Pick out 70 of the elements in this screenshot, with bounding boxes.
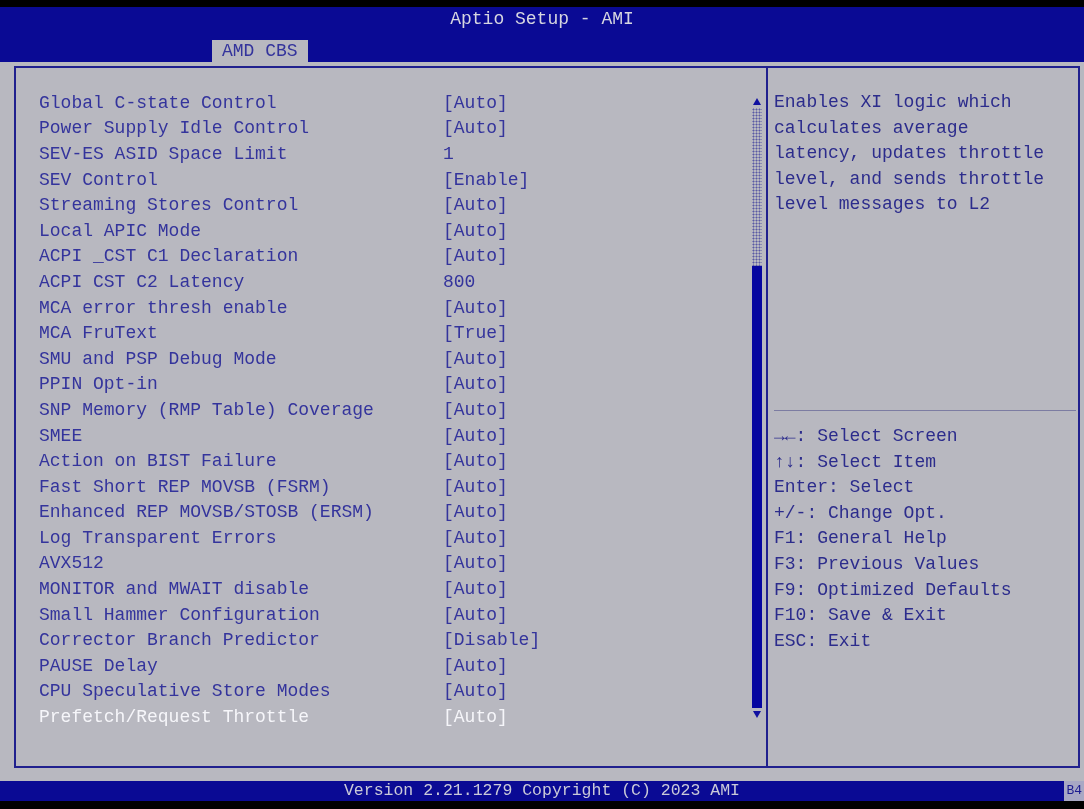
setting-label[interactable]: ACPI _CST C1 Declaration xyxy=(39,245,299,268)
setting-value[interactable]: 800 xyxy=(443,270,476,293)
setting-label[interactable]: Local APIC Mode xyxy=(39,219,202,242)
setting-value[interactable]: [Auto] xyxy=(443,680,508,703)
setting-label[interactable]: PAUSE Delay xyxy=(39,654,158,677)
setting-value[interactable]: [Auto] xyxy=(443,91,508,114)
setting-value[interactable]: [Auto] xyxy=(443,347,508,370)
key-hint: ESC: Exit xyxy=(774,629,872,653)
setting-value[interactable]: [Auto] xyxy=(443,219,508,242)
setting-label[interactable]: Streaming Stores Control xyxy=(39,194,299,217)
setting-value[interactable]: [Auto] xyxy=(443,245,508,268)
key-hint: ↑↓: Select Item xyxy=(774,450,937,474)
setting-value[interactable]: [Auto] xyxy=(443,398,508,421)
setting-value[interactable]: [Auto] xyxy=(443,424,508,447)
setting-label[interactable]: MONITOR and MWAIT disable xyxy=(39,578,310,601)
scroll-up-arrow-icon[interactable] xyxy=(753,98,761,105)
key-hint: F3: Previous Values xyxy=(774,552,980,576)
setting-label[interactable]: CPU Speculative Store Modes xyxy=(39,680,331,703)
version-text: Version 2.21.1279 Copyright (C) 2023 AMI xyxy=(343,781,741,801)
help-text-line: level messages to L2 xyxy=(774,193,991,217)
setting-value[interactable]: [Disable] xyxy=(443,629,541,652)
setting-label[interactable]: SNP Memory (RMP Table) Coverage xyxy=(39,398,374,421)
key-hint: F10: Save & Exit xyxy=(774,604,947,628)
setting-label[interactable]: SEV-ES ASID Space Limit xyxy=(39,143,288,165)
help-text-line: level, and sends throttle xyxy=(774,167,1045,191)
setting-label[interactable]: Fast Short REP MOVSB (FSRM) xyxy=(39,475,331,498)
setting-value[interactable]: [Auto] xyxy=(443,501,508,524)
help-text-line: calculates average xyxy=(774,116,969,140)
setting-value[interactable]: 1 xyxy=(443,143,454,165)
setting-value[interactable]: [Auto] xyxy=(443,296,508,319)
setting-value[interactable]: [Auto] xyxy=(443,373,508,396)
help-text-line: latency, updates throttle xyxy=(774,142,1045,166)
setting-value[interactable]: [True] xyxy=(443,322,508,345)
setting-label[interactable]: ACPI CST C2 Latency xyxy=(39,270,245,293)
setting-label[interactable]: Small Hammer Configuration xyxy=(39,603,320,626)
setting-label[interactable]: Action on BIST Failure xyxy=(39,450,277,473)
window-title: Aptio Setup - AMI xyxy=(450,8,634,30)
setting-value[interactable]: [Auto] xyxy=(443,475,508,498)
scroll-down-arrow-icon[interactable] xyxy=(753,711,761,718)
setting-value[interactable]: [Auto] xyxy=(443,450,508,473)
key-hint: Enter: Select xyxy=(774,476,915,500)
setting-label[interactable]: Log Transparent Errors xyxy=(39,526,277,549)
key-hint: F1: General Help xyxy=(774,527,947,551)
setting-label[interactable]: SMEE xyxy=(39,424,83,447)
help-text-line: Enables XI logic which xyxy=(774,91,1012,114)
setting-value[interactable]: [Auto] xyxy=(443,578,508,601)
setting-label[interactable]: Global C-state Control xyxy=(39,91,277,114)
setting-label[interactable]: MCA FruText xyxy=(39,322,158,345)
setting-label[interactable]: SMU and PSP Debug Mode xyxy=(39,347,277,370)
setting-value[interactable]: [Enable] xyxy=(443,168,530,191)
setting-label[interactable]: Corrector Branch Predictor xyxy=(39,629,320,652)
key-hint: +/-: Change Opt. xyxy=(774,501,947,525)
key-hint: F9: Optimized Defaults xyxy=(774,578,1012,602)
key-hint: →←: Select Screen xyxy=(774,425,958,448)
setting-label[interactable]: PPIN Opt-in xyxy=(39,373,158,396)
setting-label[interactable]: AVX512 xyxy=(39,552,104,575)
setting-value[interactable]: [Auto] xyxy=(443,194,508,217)
setting-value[interactable]: [Auto] xyxy=(443,654,508,677)
setting-label[interactable]: SEV Control xyxy=(39,168,158,191)
setting-label[interactable]: MCA error thresh enable xyxy=(39,296,288,319)
setting-value[interactable]: [Auto] xyxy=(443,117,508,140)
setting-label[interactable]: Power Supply Idle Control xyxy=(39,117,310,140)
post-code: B4 xyxy=(1064,781,1084,801)
setting-value[interactable]: [Auto] xyxy=(443,552,508,575)
setting-label[interactable]: Enhanced REP MOVSB/STOSB (ERSM) xyxy=(39,501,374,524)
scrollbar-thumb[interactable] xyxy=(752,266,762,708)
scrollbar-track[interactable] xyxy=(752,108,762,708)
setting-value[interactable]: [Auto] xyxy=(443,526,508,549)
tab[interactable]: AMD CBS xyxy=(212,40,308,62)
setting-value[interactable]: [Auto] xyxy=(443,603,508,626)
